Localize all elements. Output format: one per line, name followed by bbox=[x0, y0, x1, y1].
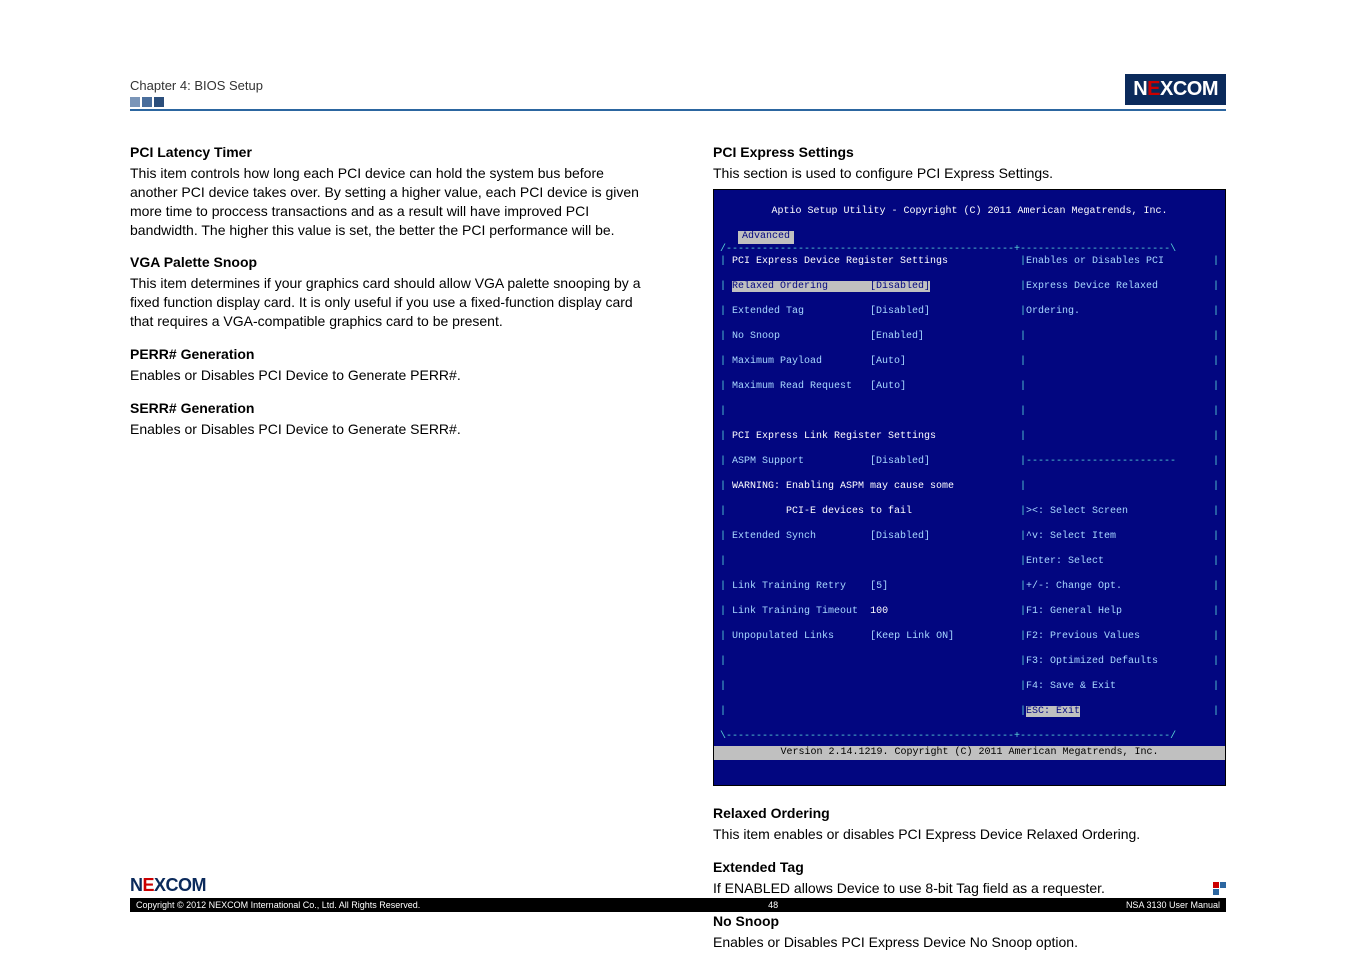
bios-group-device: PCI Express Device Register Settings bbox=[732, 256, 948, 267]
heading-pci-latency-timer: PCI Latency Timer bbox=[130, 143, 643, 162]
left-column: PCI Latency Timer This item controls how… bbox=[130, 129, 643, 958]
bios-nav-exit: ESC: Exit bbox=[1026, 706, 1080, 717]
heading-serr-generation: SERR# Generation bbox=[130, 399, 643, 418]
brand-logo-top: NEXCOM bbox=[1125, 74, 1226, 105]
page-footer: Copyright © 2012 NEXCOM International Co… bbox=[130, 898, 1226, 912]
bios-nav-select-screen: ><: Select Screen bbox=[1026, 506, 1128, 517]
bios-title: Aptio Setup Utility - Copyright (C) 2011… bbox=[720, 206, 1219, 219]
heading-no-snoop: No Snoop bbox=[713, 912, 1226, 931]
footer-copyright: Copyright © 2012 NEXCOM International Co… bbox=[136, 900, 420, 910]
bios-help-line3: Ordering. bbox=[1026, 306, 1080, 317]
body-pci-express-settings: This section is used to configure PCI Ex… bbox=[713, 164, 1226, 183]
bios-item-unpopulated: Unpopulated Links [Keep Link ON] bbox=[732, 631, 954, 642]
bios-warning-2: PCI-E devices to fail bbox=[732, 506, 912, 517]
bios-nav-previous: F2: Previous Values bbox=[1026, 631, 1140, 642]
body-vga-palette-snoop: This item determines if your graphics ca… bbox=[130, 274, 643, 331]
bios-version-footer: Version 2.14.1219. Copyright (C) 2011 Am… bbox=[714, 746, 1225, 761]
bios-screenshot: Aptio Setup Utility - Copyright (C) 2011… bbox=[713, 189, 1226, 787]
bios-nav-change: +/-: Change Opt. bbox=[1026, 581, 1122, 592]
bios-nav-enter: Enter: Select bbox=[1026, 556, 1104, 567]
right-column: PCI Express Settings This section is use… bbox=[713, 129, 1226, 958]
bios-item-relaxed-ordering: Relaxed Ordering [Disabled] bbox=[732, 281, 930, 292]
bios-item-extended-tag: Extended Tag [Disabled] bbox=[732, 306, 930, 317]
bios-warning-1: WARNING: Enabling ASPM may cause some bbox=[732, 481, 954, 492]
bios-item-link-timeout: Link Training Timeout 100 bbox=[732, 606, 888, 617]
footer-manual-name: NSA 3130 User Manual bbox=[1126, 900, 1220, 910]
chapter-title: Chapter 4: BIOS Setup bbox=[130, 78, 1226, 93]
bios-help-line2: Express Device Relaxed bbox=[1026, 281, 1158, 292]
bios-item-no-snoop: No Snoop [Enabled] bbox=[732, 331, 924, 342]
bios-tab-advanced: Advanced bbox=[738, 231, 794, 244]
bios-item-link-retry: Link Training Retry [5] bbox=[732, 581, 888, 592]
body-relaxed-ordering: This item enables or disables PCI Expres… bbox=[713, 825, 1226, 844]
bios-nav-select-item: ^v: Select Item bbox=[1026, 531, 1116, 542]
heading-relaxed-ordering: Relaxed Ordering bbox=[713, 804, 1226, 823]
header-decor bbox=[130, 97, 1226, 107]
body-no-snoop: Enables or Disables PCI Express Device N… bbox=[713, 933, 1226, 952]
header-rule bbox=[130, 109, 1226, 111]
brand-logo-footer: NEXCOM bbox=[130, 875, 206, 896]
footer-decor-icon bbox=[1212, 882, 1226, 896]
heading-vga-palette-snoop: VGA Palette Snoop bbox=[130, 253, 643, 272]
bios-item-max-read: Maximum Read Request [Auto] bbox=[732, 381, 906, 392]
bios-item-max-payload: Maximum Payload [Auto] bbox=[732, 356, 906, 367]
body-perr-generation: Enables or Disables PCI Device to Genera… bbox=[130, 366, 643, 385]
heading-perr-generation: PERR# Generation bbox=[130, 345, 643, 364]
bios-help-line1: Enables or Disables PCI bbox=[1026, 256, 1164, 267]
body-serr-generation: Enables or Disables PCI Device to Genera… bbox=[130, 420, 643, 439]
body-pci-latency-timer: This item controls how long each PCI dev… bbox=[130, 164, 643, 240]
bios-group-link: PCI Express Link Register Settings bbox=[732, 431, 936, 442]
footer-page-number: 48 bbox=[768, 900, 778, 910]
bios-item-aspm: ASPM Support [Disabled] bbox=[732, 456, 930, 467]
bios-nav-save: F4: Save & Exit bbox=[1026, 681, 1116, 692]
bios-item-extended-synch: Extended Synch [Disabled] bbox=[732, 531, 930, 542]
bios-nav-help: F1: General Help bbox=[1026, 606, 1122, 617]
bios-nav-defaults: F3: Optimized Defaults bbox=[1026, 656, 1158, 667]
heading-pci-express-settings: PCI Express Settings bbox=[713, 143, 1226, 162]
